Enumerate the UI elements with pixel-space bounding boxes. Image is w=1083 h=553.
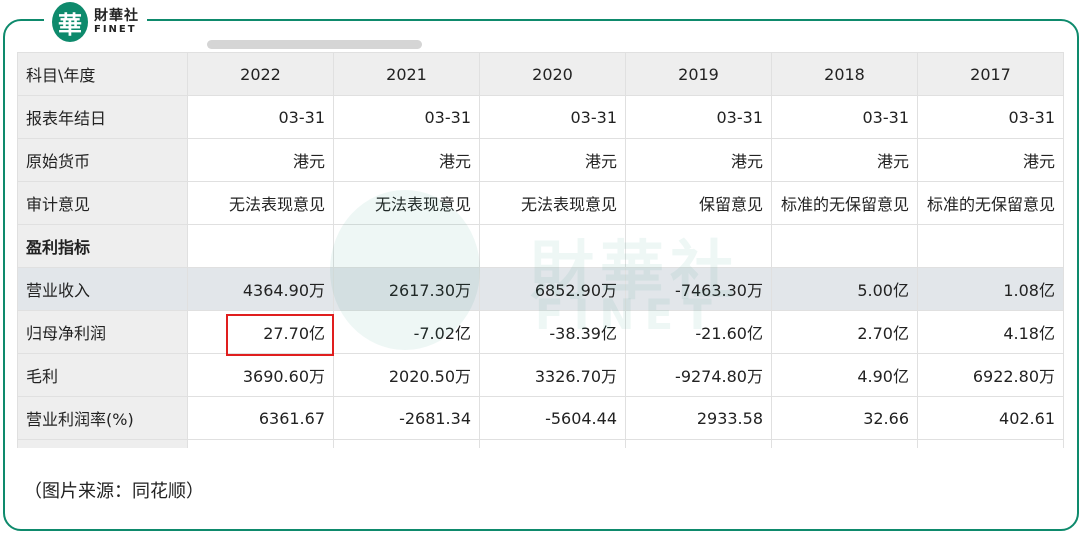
table-cell: 无法表现意见: [333, 181, 480, 225]
table-cell: -5604.44: [479, 396, 626, 440]
table-cell: -2681.34: [333, 396, 480, 440]
table-cell: 03-31: [479, 95, 626, 139]
table-cell: 2020.50万: [333, 353, 480, 397]
table-cell: -7463.30万: [625, 267, 772, 311]
year-header: 2022: [187, 52, 334, 96]
row-label: 报表年结日: [17, 95, 188, 139]
table-cell: 4.18亿: [917, 310, 1064, 354]
table-cell: 03-31: [771, 95, 918, 139]
table-cell: 无法表现意见: [187, 181, 334, 225]
table-cell: 港元: [479, 138, 626, 182]
table-cell: 2.70亿: [771, 310, 918, 354]
table-cell: 3326.70万: [479, 353, 626, 397]
horizontal-scrollbar[interactable]: [207, 40, 422, 49]
row-label: 审计意见: [17, 181, 188, 225]
table-cell: -38.39亿: [479, 310, 626, 354]
table-cell: [917, 224, 1064, 268]
table-row-highlighted: 营业收入 4364.90万 2617.30万 6852.90万 -7463.30…: [17, 267, 1064, 311]
table-cell: 4.90亿: [771, 353, 918, 397]
year-header: 2020: [479, 52, 626, 96]
table-cell: 无法表现意见: [479, 181, 626, 225]
table-row: 审计意见 无法表现意见 无法表现意见 无法表现意见 保留意见 标准的无保留意见 …: [17, 181, 1064, 225]
table-cell: 6852.90万: [479, 267, 626, 311]
table-cell: 标准的无保留意见: [917, 181, 1064, 225]
table-cell: 402.61: [917, 396, 1064, 440]
table-cell: [187, 224, 334, 268]
image-source-caption: （图片来源：同花顺）: [24, 481, 204, 502]
row-label: 原始货币: [17, 138, 188, 182]
logo-name-en: FINET: [94, 24, 137, 35]
table-cell: 港元: [625, 138, 772, 182]
table-tail-row: [17, 439, 1064, 448]
table-row: 归母净利润 27.70亿 -7.02亿 -38.39亿 -21.60亿 2.70…: [17, 310, 1064, 354]
table-row: 营业利润率(%) 6361.67 -2681.34 -5604.44 2933.…: [17, 396, 1064, 440]
table-cell: 5.00亿: [771, 267, 918, 311]
row-label: 营业收入: [17, 267, 188, 311]
table-cell: 1.08亿: [917, 267, 1064, 311]
table-cell: 03-31: [625, 95, 772, 139]
row-label: 营业利润率(%): [17, 396, 188, 440]
row-label: 毛利: [17, 353, 188, 397]
table-cell: 03-31: [333, 95, 480, 139]
table-cell: 6922.80万: [917, 353, 1064, 397]
table-cell: [333, 224, 480, 268]
table-cell: 3690.60万: [187, 353, 334, 397]
year-header: 2021: [333, 52, 480, 96]
year-header: 2019: [625, 52, 772, 96]
table-cell: 03-31: [917, 95, 1064, 139]
table-cell: 2933.58: [625, 396, 772, 440]
table-cell: [625, 224, 772, 268]
table-cell: 标准的无保留意见: [771, 181, 918, 225]
section-row: 盈利指标: [17, 224, 1064, 268]
year-header: 2017: [917, 52, 1064, 96]
logo-name-cn: 財華社: [94, 8, 139, 24]
table-row: 原始货币 港元 港元 港元 港元 港元 港元: [17, 138, 1064, 182]
financial-table: 科目\年度 2022 2021 2020 2019 2018 2017 报表年结…: [17, 52, 1064, 448]
table-row: 毛利 3690.60万 2020.50万 3326.70万 -9274.80万 …: [17, 353, 1064, 397]
table-cell: -9274.80万: [625, 353, 772, 397]
table-cell: 6361.67: [187, 396, 334, 440]
table-cell: 港元: [771, 138, 918, 182]
header-label: 科目\年度: [17, 52, 188, 96]
table-cell: 4364.90万: [187, 267, 334, 311]
table-cell: [771, 224, 918, 268]
table-cell: 32.66: [771, 396, 918, 440]
table-cell: 03-31: [187, 95, 334, 139]
table-cell: [479, 224, 626, 268]
section-label: 盈利指标: [17, 224, 188, 268]
table-cell: 港元: [917, 138, 1064, 182]
finet-logo: 華 財華社 FINET: [44, 0, 147, 44]
table-cell: 港元: [187, 138, 334, 182]
table-cell: 港元: [333, 138, 480, 182]
table-cell: 保留意见: [625, 181, 772, 225]
logo-text: 財華社 FINET: [94, 9, 139, 35]
table-row: 报表年结日 03-31 03-31 03-31 03-31 03-31 03-3…: [17, 95, 1064, 139]
table-cell: 2617.30万: [333, 267, 480, 311]
logo-badge: 華: [52, 2, 88, 42]
table-header-row: 科目\年度 2022 2021 2020 2019 2018 2017: [17, 52, 1064, 96]
year-header: 2018: [771, 52, 918, 96]
table-cell: -7.02亿: [333, 310, 480, 354]
table-cell: -21.60亿: [625, 310, 772, 354]
row-label: 归母净利润: [17, 310, 188, 354]
highlight-box: [226, 314, 334, 356]
